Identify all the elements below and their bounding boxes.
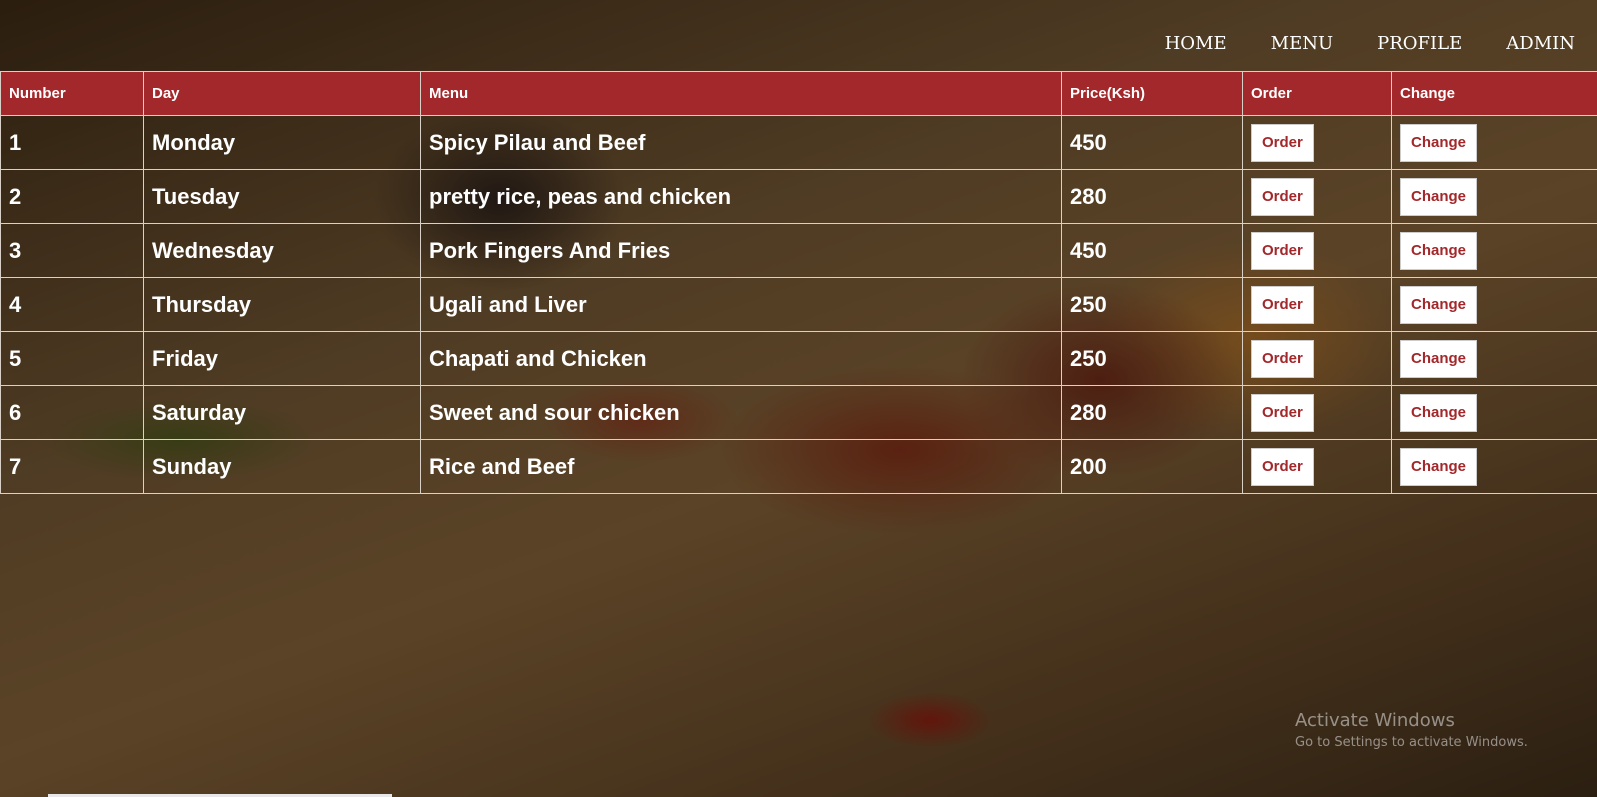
activate-windows-watermark: Activate Windows Go to Settings to activ… [1295, 710, 1528, 750]
table-row: 5 Friday Chapati and Chicken 250 Order C… [0, 331, 1597, 386]
cell-price: 280 [1061, 385, 1243, 440]
table-row: 1 Monday Spicy Pilau and Beef 450 Order … [0, 115, 1597, 170]
cell-change: Change [1391, 169, 1597, 224]
weekly-menu-table: Number Day Menu Price(Ksh) Order Change … [0, 71, 1597, 494]
cell-number: 5 [0, 331, 144, 386]
cell-change: Change [1391, 115, 1597, 170]
order-button[interactable]: Order [1251, 177, 1314, 216]
cell-menu: Rice and Beef [420, 439, 1062, 494]
change-button[interactable]: Change [1400, 285, 1478, 324]
cell-menu: Pork Fingers And Fries [420, 223, 1062, 278]
cell-number: 1 [0, 115, 144, 170]
change-button[interactable]: Change [1400, 177, 1478, 216]
cell-price: 280 [1061, 169, 1243, 224]
cell-change: Change [1391, 439, 1597, 494]
cell-menu: Ugali and Liver [420, 277, 1062, 332]
cell-price: 450 [1061, 223, 1243, 278]
change-button[interactable]: Change [1400, 393, 1478, 432]
order-button[interactable]: Order [1251, 393, 1314, 432]
cell-number: 2 [0, 169, 144, 224]
cell-number: 7 [0, 439, 144, 494]
watermark-subtitle: Go to Settings to activate Windows. [1295, 735, 1528, 750]
change-button[interactable]: Change [1400, 123, 1478, 162]
table-row: 7 Sunday Rice and Beef 200 Order Change [0, 439, 1597, 494]
cell-day: Saturday [143, 385, 421, 440]
header-day: Day [143, 71, 421, 116]
cell-order: Order [1242, 439, 1392, 494]
change-button[interactable]: Change [1400, 447, 1478, 486]
watermark-title: Activate Windows [1295, 710, 1455, 731]
cell-order: Order [1242, 223, 1392, 278]
cell-day: Thursday [143, 277, 421, 332]
nav-admin-link[interactable]: ADMIN [1484, 30, 1597, 58]
table-row: 4 Thursday Ugali and Liver 250 Order Cha… [0, 277, 1597, 332]
table-row: 3 Wednesday Pork Fingers And Fries 450 O… [0, 223, 1597, 278]
table-header-row: Number Day Menu Price(Ksh) Order Change [0, 71, 1597, 116]
order-button[interactable]: Order [1251, 447, 1314, 486]
nav-menu-link[interactable]: MENU [1249, 30, 1356, 58]
cell-number: 3 [0, 223, 144, 278]
order-button[interactable]: Order [1251, 231, 1314, 270]
cell-change: Change [1391, 223, 1597, 278]
order-button[interactable]: Order [1251, 123, 1314, 162]
header-number: Number [0, 71, 144, 116]
cell-order: Order [1242, 169, 1392, 224]
header-order: Order [1242, 71, 1392, 116]
nav-home-link[interactable]: HOME [1143, 30, 1249, 58]
cell-day: Tuesday [143, 169, 421, 224]
order-button[interactable]: Order [1251, 339, 1314, 378]
cell-price: 200 [1061, 439, 1243, 494]
change-button[interactable]: Change [1400, 339, 1478, 378]
table-row: 6 Saturday Sweet and sour chicken 280 Or… [0, 385, 1597, 440]
table-row: 2 Tuesday pretty rice, peas and chicken … [0, 169, 1597, 224]
cell-day: Friday [143, 331, 421, 386]
cell-change: Change [1391, 385, 1597, 440]
cell-menu: Spicy Pilau and Beef [420, 115, 1062, 170]
cell-price: 250 [1061, 277, 1243, 332]
cell-order: Order [1242, 277, 1392, 332]
cell-menu: pretty rice, peas and chicken [420, 169, 1062, 224]
cell-order: Order [1242, 385, 1392, 440]
cell-change: Change [1391, 277, 1597, 332]
cell-day: Sunday [143, 439, 421, 494]
header-price: Price(Ksh) [1061, 71, 1243, 116]
header-change: Change [1391, 71, 1597, 116]
nav-profile-link[interactable]: PROFILE [1355, 30, 1484, 58]
cell-price: 450 [1061, 115, 1243, 170]
cell-menu: Chapati and Chicken [420, 331, 1062, 386]
cell-day: Monday [143, 115, 421, 170]
cell-order: Order [1242, 115, 1392, 170]
cell-day: Wednesday [143, 223, 421, 278]
change-button[interactable]: Change [1400, 231, 1478, 270]
cell-price: 250 [1061, 331, 1243, 386]
cell-number: 6 [0, 385, 144, 440]
top-nav: HOME MENU PROFILE ADMIN [1143, 30, 1597, 58]
header-menu: Menu [420, 71, 1062, 116]
cell-order: Order [1242, 331, 1392, 386]
cell-number: 4 [0, 277, 144, 332]
cell-change: Change [1391, 331, 1597, 386]
order-button[interactable]: Order [1251, 285, 1314, 324]
cell-menu: Sweet and sour chicken [420, 385, 1062, 440]
